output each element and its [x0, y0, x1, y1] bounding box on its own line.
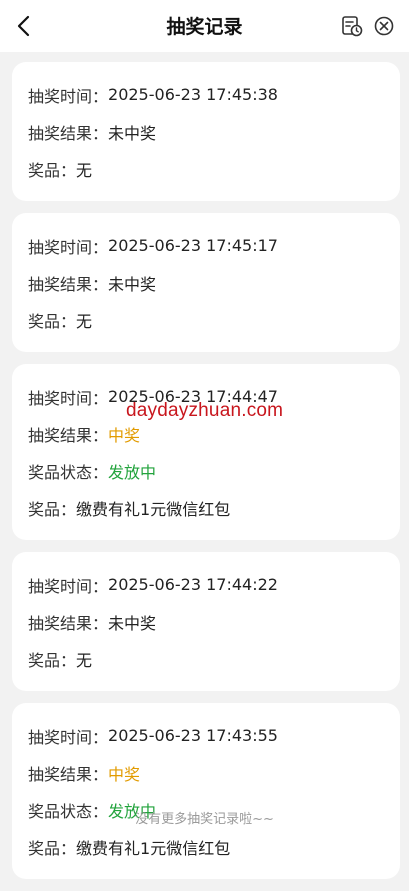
draw-time-label: 抽奖时间： — [28, 388, 109, 408]
watermark-text: daydayzhuan.com — [126, 400, 284, 421]
record-card: 抽奖时间： 2025-06-23 17:44:22 抽奖结果： 未中奖 奖品： … — [12, 552, 400, 691]
draw-result-value: 中奖 — [108, 764, 141, 784]
draw-result-label: 抽奖结果： — [28, 123, 109, 143]
draw-result-value: 中奖 — [108, 425, 141, 445]
prize-status-value: 发放中 — [108, 462, 157, 482]
draw-result-label: 抽奖结果： — [28, 425, 109, 445]
back-button[interactable] — [10, 12, 38, 40]
draw-result-value: 未中奖 — [108, 123, 157, 143]
draw-result-row: 抽奖结果： 中奖 — [28, 754, 384, 791]
prize-value: 无 — [76, 311, 93, 331]
record-card: 抽奖时间： 2025-06-23 17:43:55 抽奖结果： 中奖 奖品状态：… — [12, 703, 400, 879]
draw-time-row: 抽奖时间： 2025-06-23 17:45:17 — [28, 227, 384, 264]
prize-row: 奖品： 无 — [28, 150, 384, 187]
draw-time-value: 2025-06-23 17:45:17 — [108, 236, 278, 255]
draw-time-label: 抽奖时间： — [28, 727, 109, 747]
draw-time-label: 抽奖时间： — [28, 86, 109, 106]
draw-time-row: 抽奖时间： 2025-06-23 17:45:38 — [28, 76, 384, 113]
draw-result-row: 抽奖结果： 未中奖 — [28, 113, 384, 150]
prize-status-row: 奖品状态： 发放中 — [28, 452, 384, 489]
draw-time-value: 2025-06-23 17:45:38 — [108, 85, 278, 104]
draw-result-value: 未中奖 — [108, 613, 157, 633]
nav-bar: 抽奖记录 — [0, 0, 409, 52]
draw-result-row: 抽奖结果： 未中奖 — [28, 603, 384, 640]
close-circle-icon — [374, 16, 394, 36]
record-list: 抽奖时间： 2025-06-23 17:45:38 抽奖结果： 未中奖 奖品： … — [12, 62, 400, 891]
draw-time-label: 抽奖时间： — [28, 576, 109, 596]
prize-row: 奖品： 缴费有礼1元微信红包 — [28, 828, 384, 865]
draw-time-row: 抽奖时间： 2025-06-23 17:43:55 — [28, 717, 384, 754]
prize-row: 奖品： 缴费有礼1元微信红包 — [28, 489, 384, 526]
draw-time-row: 抽奖时间： 2025-06-23 17:44:22 — [28, 566, 384, 603]
prize-row: 奖品： 无 — [28, 640, 384, 677]
draw-time-value: 2025-06-23 17:43:55 — [108, 726, 278, 745]
draw-result-label: 抽奖结果： — [28, 764, 109, 784]
prize-label: 奖品： — [28, 838, 77, 858]
prize-row: 奖品： 无 — [28, 301, 384, 338]
draw-result-label: 抽奖结果： — [28, 274, 109, 294]
record-card: 抽奖时间： 2025-06-23 17:45:38 抽奖结果： 未中奖 奖品： … — [12, 62, 400, 201]
prize-value: 无 — [76, 650, 93, 670]
draw-time-label: 抽奖时间： — [28, 237, 109, 257]
history-button[interactable] — [340, 14, 364, 38]
draw-time-value: 2025-06-23 17:44:22 — [108, 575, 278, 594]
prize-value: 缴费有礼1元微信红包 — [76, 499, 231, 519]
close-button[interactable] — [372, 14, 396, 38]
draw-result-label: 抽奖结果： — [28, 613, 109, 633]
end-of-list-note: 没有更多抽奖记录啦~~ — [135, 812, 274, 827]
prize-label: 奖品： — [28, 650, 77, 670]
record-card: 抽奖时间： 2025-06-23 17:44:47 抽奖结果： 中奖 奖品状态：… — [12, 364, 400, 540]
prize-label: 奖品： — [28, 160, 77, 180]
prize-status-label: 奖品状态： — [28, 462, 109, 482]
prize-value: 缴费有礼1元微信红包 — [76, 838, 231, 858]
record-card: 抽奖时间： 2025-06-23 17:45:17 抽奖结果： 未中奖 奖品： … — [12, 213, 400, 352]
clock-document-icon — [342, 16, 363, 37]
prize-label: 奖品： — [28, 311, 77, 331]
draw-result-value: 未中奖 — [108, 274, 157, 294]
draw-result-row: 抽奖结果： 未中奖 — [28, 264, 384, 301]
prize-label: 奖品： — [28, 499, 77, 519]
chevron-left-icon — [17, 15, 30, 37]
prize-value: 无 — [76, 160, 93, 180]
